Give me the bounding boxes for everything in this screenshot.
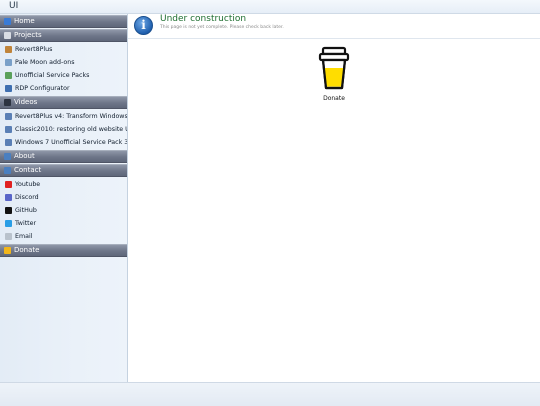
sidebar-item-label: Pale Moon add-ons <box>15 59 75 66</box>
sidebar-item[interactable]: Classic2010: restoring old website UIs <box>0 123 127 136</box>
sidebar-group-label: Videos <box>14 98 38 106</box>
sidebar-item[interactable]: Revert8Plus <box>0 43 127 56</box>
status-bar <box>0 382 540 406</box>
sidebar-group-label: Donate <box>14 246 40 254</box>
package-icon <box>5 72 12 79</box>
sidebar-item[interactable]: RDP Configurator <box>0 82 127 95</box>
sidebar-group-about[interactable]: About <box>0 150 127 163</box>
discord-icon <box>5 194 12 201</box>
sidebar-item-label: Twitter <box>15 220 37 227</box>
sidebar-group-contact[interactable]: Contact <box>0 164 127 177</box>
sidebar-group-label: Contact <box>14 166 42 174</box>
video-file-icon <box>5 113 12 120</box>
sidebar-item-label: Youtube <box>15 181 41 188</box>
sidebar-item-label: Revert8Plus <box>15 46 53 53</box>
document-icon <box>4 32 11 39</box>
sidebar-item[interactable]: Email <box>0 230 127 243</box>
twitter-icon <box>5 220 12 227</box>
sidebar-group-label: Home <box>14 17 35 25</box>
coffee-icon <box>4 247 11 254</box>
sidebar-group-donate[interactable]: Donate <box>0 244 127 257</box>
main-content: i Under construction This page is not ye… <box>128 14 540 382</box>
donate-label: Donate <box>323 95 345 102</box>
sidebar-group-label: About <box>14 152 35 160</box>
coffee-cup-icon <box>318 46 350 90</box>
sidebar-item[interactable]: Windows 7 Unofficial Service Pack 3 <box>0 136 127 149</box>
sidebar-item[interactable]: Discord <box>0 191 127 204</box>
window-title: UI <box>9 1 19 11</box>
paint-icon <box>5 46 12 53</box>
sidebar-item[interactable]: Youtube <box>0 178 127 191</box>
sidebar-group-label: Projects <box>14 31 42 39</box>
page-title: Under construction <box>160 14 247 24</box>
contacts-icon <box>4 167 11 174</box>
title-bar: UI <box>0 0 540 14</box>
people-icon <box>4 153 11 160</box>
sidebar-item-label: Discord <box>15 194 39 201</box>
youtube-icon <box>5 181 12 188</box>
sidebar-group-videos[interactable]: Videos <box>0 96 127 109</box>
video-file-icon <box>5 139 12 146</box>
puzzle-icon <box>5 59 12 66</box>
sidebar-item[interactable]: Unofficial Service Packs <box>0 69 127 82</box>
remote-desktop-icon <box>5 85 12 92</box>
info-icon <box>4 18 11 25</box>
github-icon <box>5 207 12 214</box>
page-subtitle: This page is not yet complete. Please ch… <box>160 25 284 30</box>
sidebar-item-label: RDP Configurator <box>15 85 70 92</box>
sidebar-item-label: Revert8Plus v4: Transform Windows 10... <box>15 113 127 120</box>
sidebar-item-label: Windows 7 Unofficial Service Pack 3 <box>15 139 127 146</box>
sidebar-item[interactable]: GitHub <box>0 204 127 217</box>
sidebar-group-home[interactable]: Home <box>0 15 127 28</box>
sidebar-item-label: GitHub <box>15 207 37 214</box>
email-icon <box>5 233 12 240</box>
sidebar-item[interactable]: Revert8Plus v4: Transform Windows 10... <box>0 110 127 123</box>
video-icon <box>4 99 11 106</box>
info-icon: i <box>134 16 153 35</box>
donate-button[interactable]: Donate <box>313 46 355 102</box>
sidebar-group-projects[interactable]: Projects <box>0 29 127 42</box>
video-file-icon <box>5 126 12 133</box>
sidebar-item-label: Email <box>15 233 33 240</box>
sidebar-item-label: Unofficial Service Packs <box>15 72 90 79</box>
sidebar-item[interactable]: Twitter <box>0 217 127 230</box>
sidebar-item-label: Classic2010: restoring old website UIs <box>15 126 127 133</box>
construction-banner: i Under construction This page is not ye… <box>128 14 540 39</box>
sidebar-item[interactable]: Pale Moon add-ons <box>0 56 127 69</box>
sidebar: Home Projects Revert8Plus Pale Moon add-ons… <box>0 14 128 382</box>
